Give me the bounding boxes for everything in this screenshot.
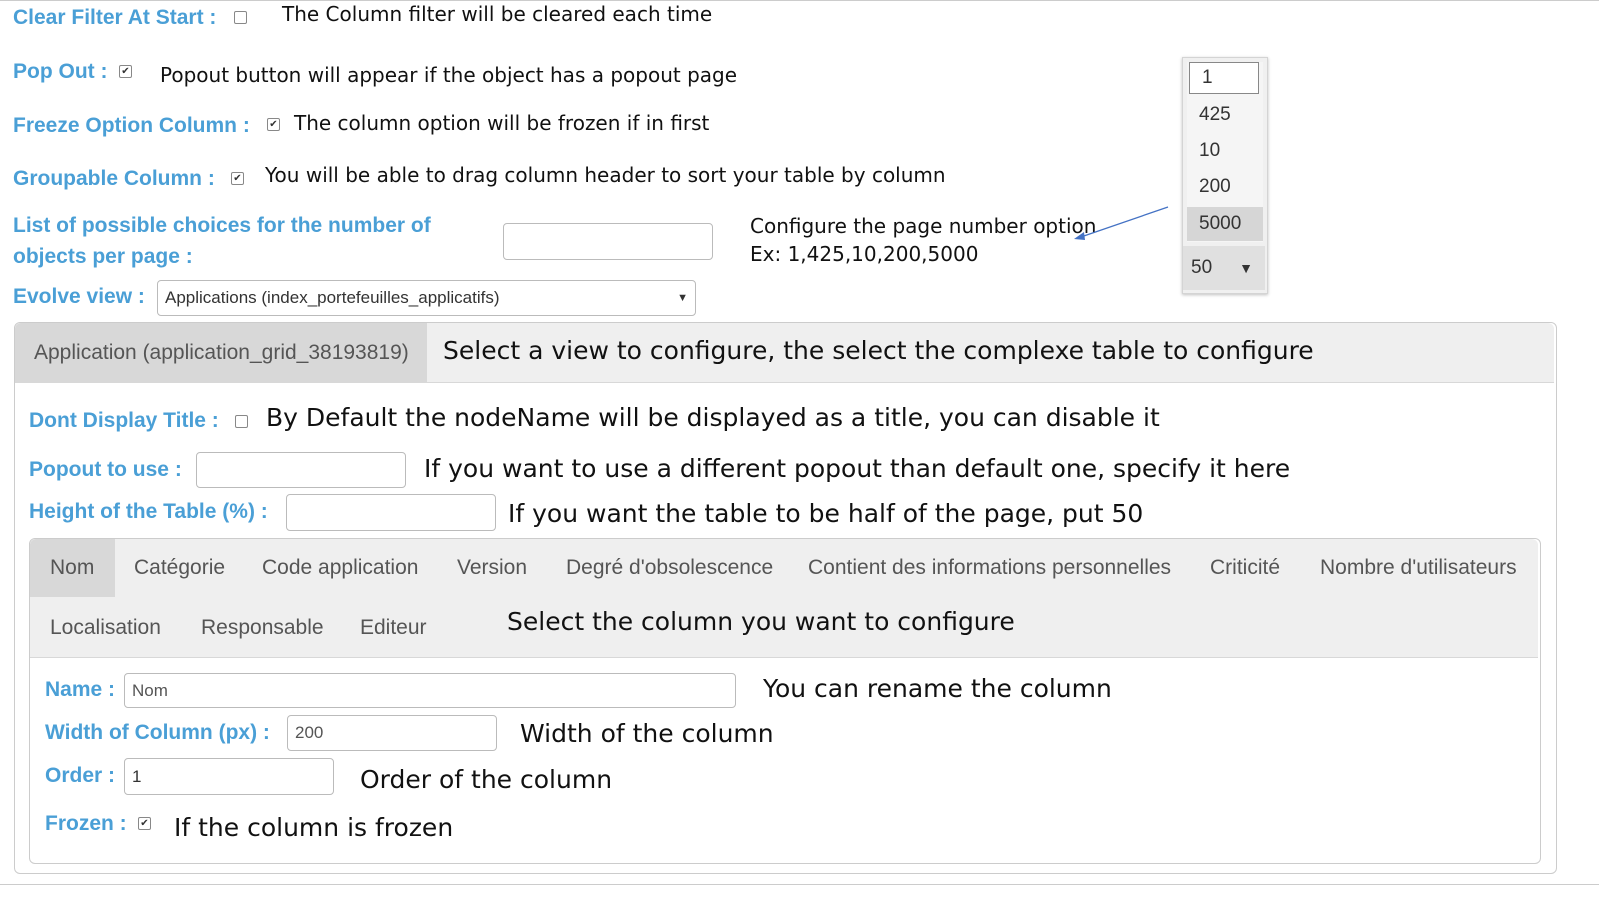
column-tab-nom[interactable]: Nom bbox=[50, 556, 94, 580]
column-tab-responsable[interactable]: Responsable bbox=[201, 616, 324, 640]
popout-to-use-input[interactable] bbox=[196, 452, 406, 488]
dropdown-option-10[interactable]: 10 bbox=[1187, 134, 1263, 168]
column-tab-nombre-utilisateurs[interactable]: Nombre d'utilisateurs bbox=[1320, 556, 1517, 580]
freeze-option-checkbox[interactable]: ✔ bbox=[267, 118, 280, 131]
column-tab-degre-obsolescence[interactable]: Degré d'obsolescence bbox=[566, 556, 773, 580]
pop-out-checkbox[interactable]: ✔ bbox=[119, 65, 132, 78]
groupable-checkbox[interactable]: ✔ bbox=[231, 172, 244, 185]
annotation-arrow bbox=[1074, 206, 1169, 240]
dropdown-option-425[interactable]: 425 bbox=[1187, 98, 1263, 132]
height-note: If you want the table to be half of the … bbox=[508, 499, 1144, 528]
width-input[interactable]: 200 bbox=[287, 715, 497, 751]
popout-to-use-note: If you want to use a different popout th… bbox=[424, 454, 1291, 483]
dropdown-selected-value: 50 bbox=[1191, 257, 1213, 278]
name-label: Name : bbox=[45, 678, 116, 701]
freeze-option-label: Freeze Option Column : bbox=[13, 114, 250, 137]
width-note: Width of the column bbox=[520, 719, 774, 748]
height-input[interactable] bbox=[286, 494, 496, 531]
evolve-view-label: Evolve view : bbox=[13, 285, 145, 308]
chevron-down-icon: ▼ bbox=[677, 292, 688, 304]
frozen-label: Frozen : bbox=[45, 812, 127, 835]
choices-note-line2: Ex: 1,425,10,200,5000 bbox=[750, 242, 979, 266]
clear-filter-note: The Column filter will be cleared each t… bbox=[282, 2, 713, 26]
page-size-dropdown[interactable]: 1 425 10 200 5000 50 ▼ bbox=[1182, 57, 1268, 294]
order-label: Order : bbox=[45, 764, 116, 787]
dont-display-title-note: By Default the nodeName will be displaye… bbox=[266, 403, 1160, 432]
column-tab-code-application[interactable]: Code application bbox=[262, 556, 418, 580]
column-tab-editeur[interactable]: Editeur bbox=[360, 616, 427, 640]
choices-label-line2: objects per page : bbox=[13, 245, 193, 268]
choices-note-line1: Configure the page number option bbox=[750, 214, 1097, 238]
table-panel-note: Select a view to configure, the select t… bbox=[443, 336, 1314, 365]
column-tab-version[interactable]: Version bbox=[457, 556, 527, 580]
pop-out-label: Pop Out : bbox=[13, 60, 108, 83]
top-divider bbox=[0, 0, 1599, 1]
clear-filter-label: Clear Filter At Start : bbox=[13, 6, 217, 29]
evolve-view-selected: Applications (index_portefeuilles_applic… bbox=[165, 288, 500, 307]
name-input[interactable]: Nom bbox=[124, 673, 736, 708]
choices-input[interactable] bbox=[503, 223, 713, 260]
dont-display-title-label: Dont Display Title : bbox=[29, 409, 219, 432]
column-tab-localisation[interactable]: Localisation bbox=[50, 616, 161, 640]
height-label: Height of the Table (%) : bbox=[29, 500, 268, 523]
width-label: Width of Column (px) : bbox=[45, 721, 270, 744]
dropdown-list: 1 425 10 200 5000 bbox=[1187, 62, 1263, 242]
pop-out-note: Popout button will appear if the object … bbox=[160, 63, 738, 87]
column-tab-categorie[interactable]: Catégorie bbox=[134, 556, 225, 580]
freeze-option-note: The column option will be frozen if in f… bbox=[294, 111, 710, 135]
dropdown-option-200[interactable]: 200 bbox=[1187, 170, 1263, 204]
groupable-note: You will be able to drag column header t… bbox=[265, 163, 946, 187]
name-note: You can rename the column bbox=[763, 674, 1112, 703]
dropdown-selected[interactable]: 50 ▼ bbox=[1183, 246, 1265, 290]
dropdown-arrow-icon: ▼ bbox=[1239, 260, 1253, 276]
dropdown-option-1[interactable]: 1 bbox=[1189, 62, 1259, 94]
bottom-divider bbox=[0, 884, 1599, 885]
frozen-note: If the column is frozen bbox=[174, 813, 454, 842]
columns-note: Select the column you want to configure bbox=[507, 607, 1015, 636]
groupable-label: Groupable Column : bbox=[13, 167, 215, 190]
column-tab-informations-personnelles[interactable]: Contient des informations personnelles bbox=[808, 556, 1171, 580]
evolve-view-select[interactable]: Applications (index_portefeuilles_applic… bbox=[157, 280, 696, 316]
order-input[interactable]: 1 bbox=[124, 758, 334, 795]
popout-to-use-label: Popout to use : bbox=[29, 458, 182, 481]
table-tab-label: Application (application_grid_38193819) bbox=[34, 340, 409, 364]
columns-tabs-header bbox=[30, 539, 1538, 658]
table-tab-active[interactable]: Application (application_grid_38193819) bbox=[15, 323, 427, 382]
column-tab-criticite[interactable]: Criticité bbox=[1210, 556, 1280, 580]
dropdown-option-5000[interactable]: 5000 bbox=[1187, 207, 1263, 241]
frozen-checkbox[interactable]: ✔ bbox=[138, 817, 151, 830]
dont-display-title-checkbox[interactable] bbox=[235, 415, 248, 428]
clear-filter-checkbox[interactable] bbox=[234, 11, 247, 24]
order-note: Order of the column bbox=[360, 765, 613, 794]
choices-label-line1: List of possible choices for the number … bbox=[13, 214, 431, 237]
